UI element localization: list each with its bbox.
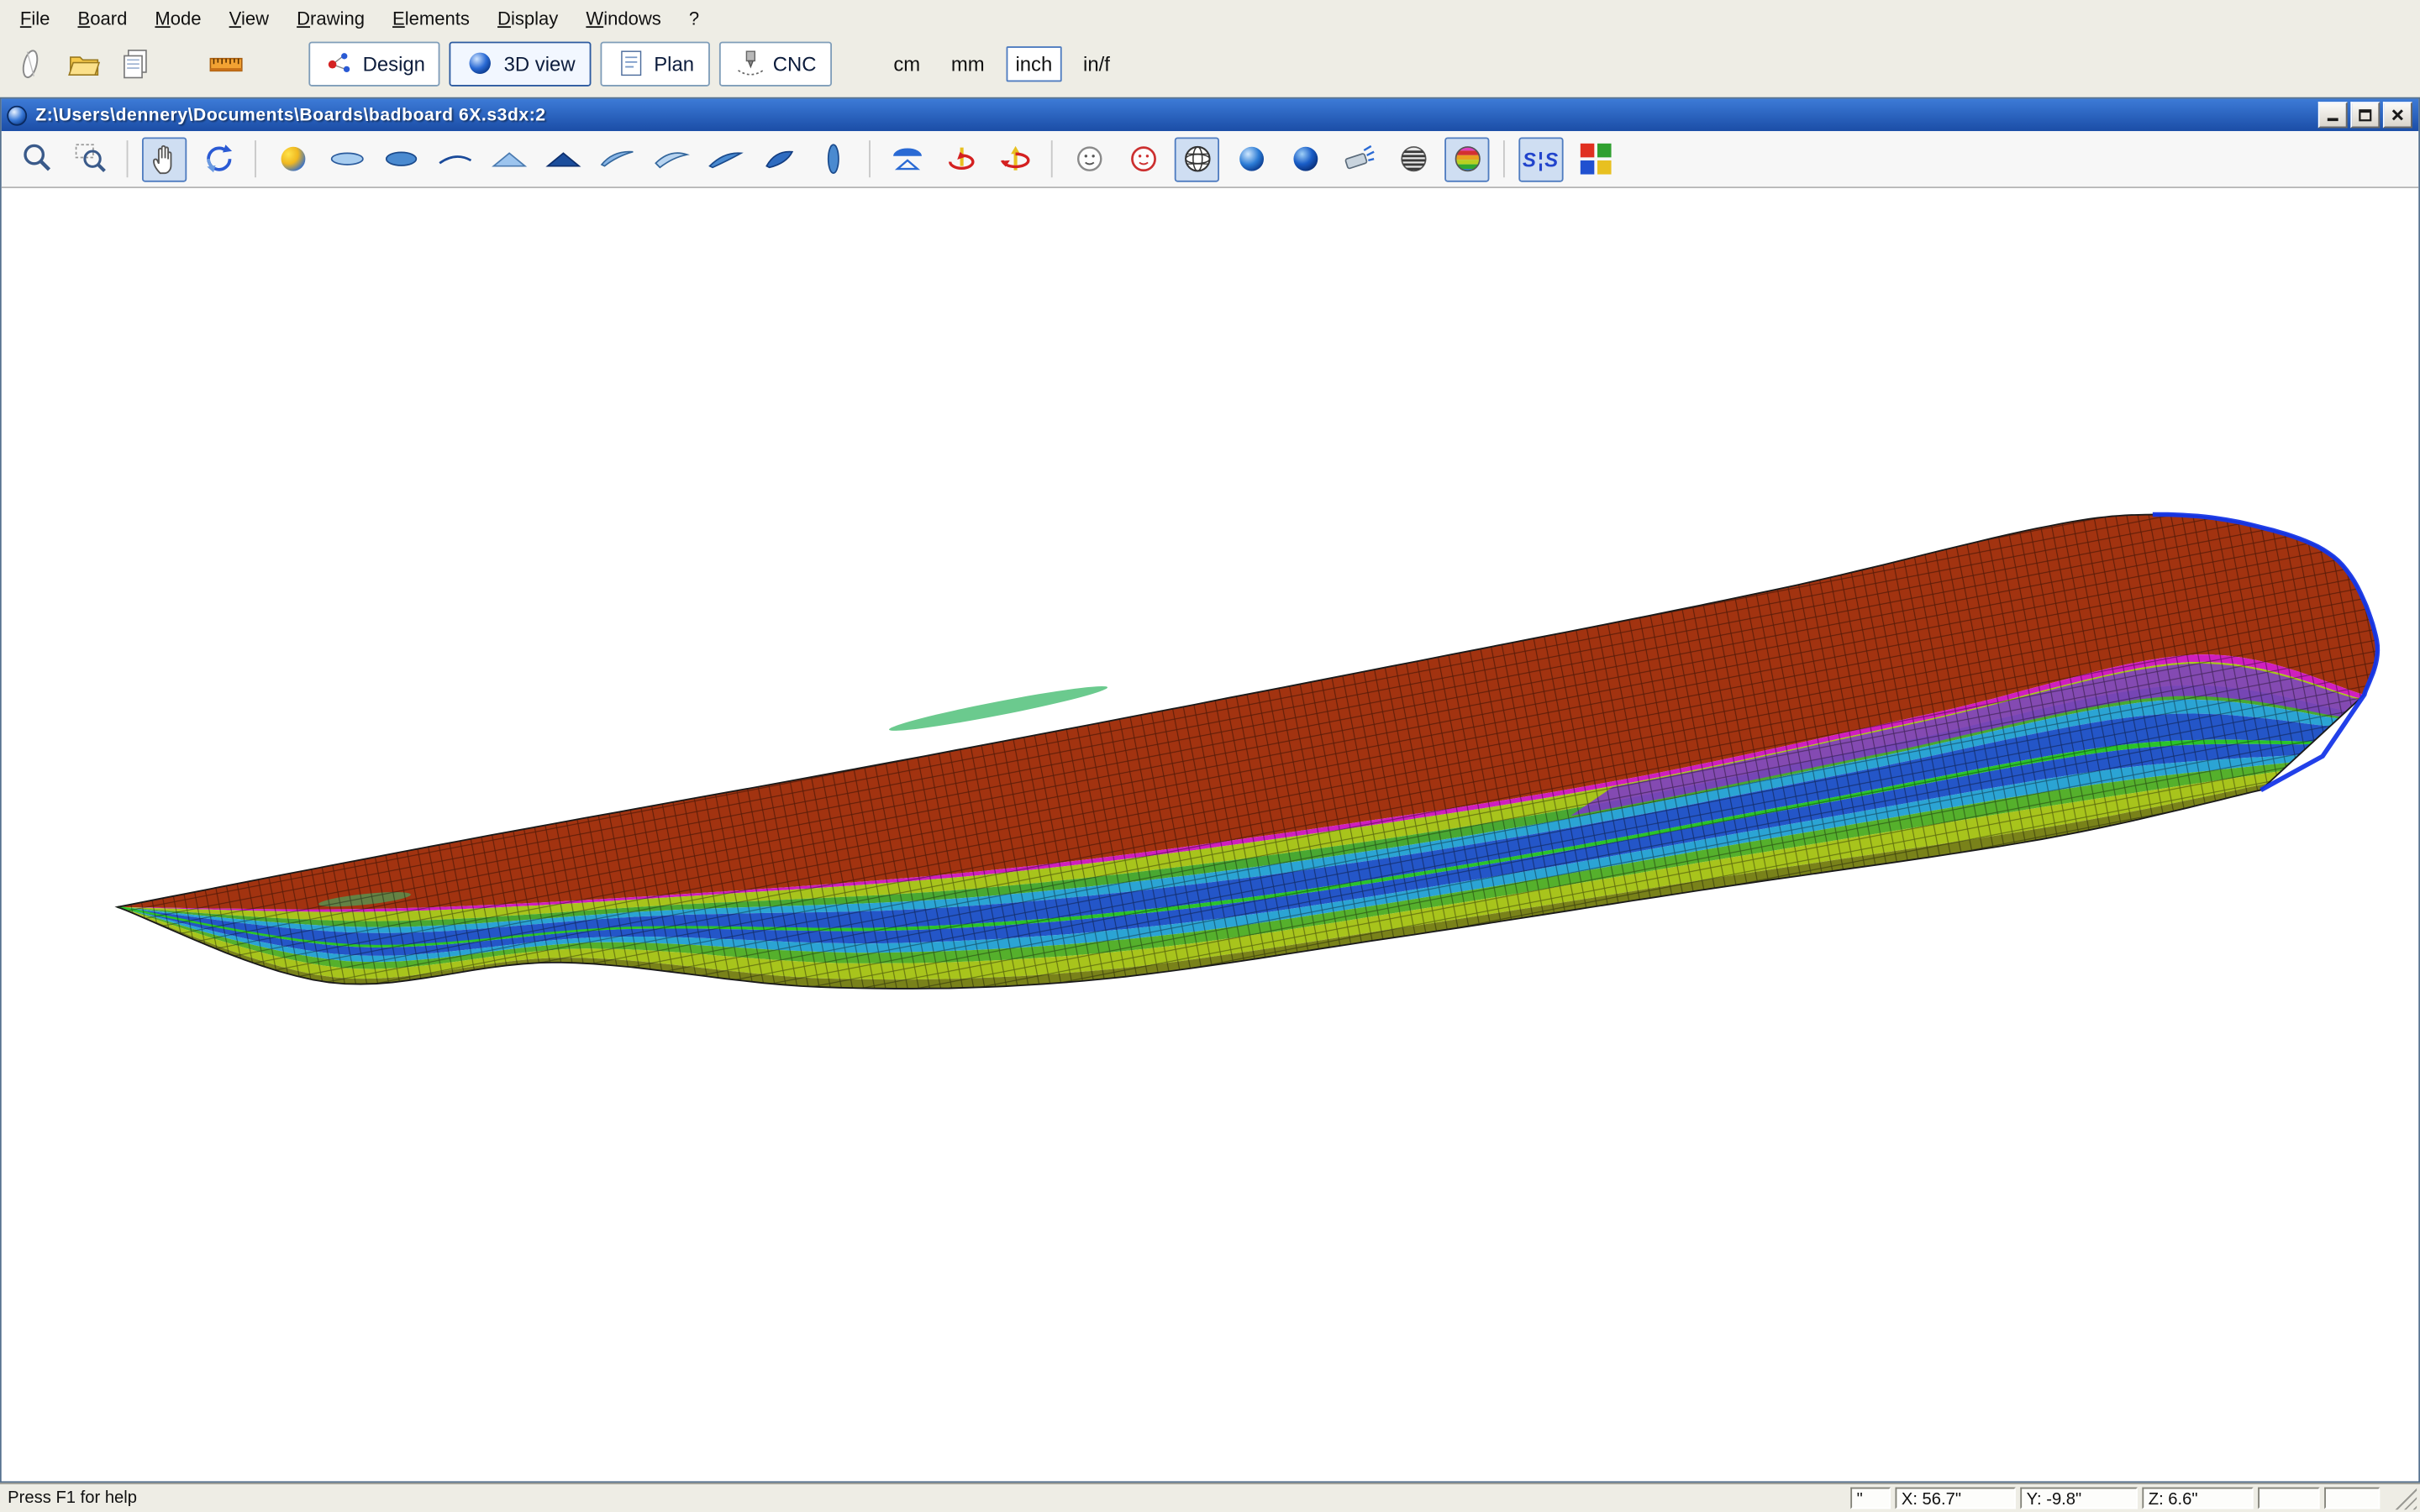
toolbar-separator — [255, 140, 256, 177]
status-unit-field: " — [1850, 1488, 1891, 1509]
menu-help[interactable]: ? — [675, 3, 713, 34]
status-bar: Press F1 for help " X: 56.7" Y: -9.8" Z:… — [0, 1483, 2420, 1512]
toolbar-separator — [869, 140, 871, 177]
status-help-text: Press F1 for help — [8, 1488, 137, 1507]
document-icon — [6, 104, 28, 126]
perspective-view-1-icon[interactable] — [594, 137, 639, 181]
sanding-tool-icon[interactable] — [1337, 137, 1381, 181]
rotate-x-icon[interactable] — [939, 137, 983, 181]
copy-icon[interactable] — [114, 42, 157, 85]
mode-3dview-button[interactable]: 3D view — [450, 41, 591, 86]
new-board-icon[interactable] — [9, 42, 52, 85]
mode-3dview-label: 3D view — [504, 52, 576, 76]
window-controls — [2318, 102, 2414, 128]
perspective-view-3-icon[interactable] — [702, 137, 747, 181]
menu-view[interactable]: View — [215, 3, 282, 34]
zoom-icon[interactable] — [14, 137, 59, 181]
surfboard-3d-render — [2, 188, 2418, 1481]
main-toolbar: Design 3D view Plan CNC cm mm inch in/f — [0, 37, 2420, 89]
close-button[interactable] — [2383, 102, 2412, 128]
status-x-field: X: 56.7" — [1896, 1488, 2016, 1509]
front-view-filled-icon[interactable] — [540, 137, 585, 181]
unit-mm[interactable]: mm — [942, 45, 994, 81]
document-title: Z:\Users\dennery\Documents\Boards\badboa… — [35, 106, 545, 124]
menu-drawing[interactable]: Drawing — [283, 3, 379, 34]
menu-bar: File Board Mode View Drawing Elements Di… — [0, 0, 2420, 37]
flip-view-icon[interactable] — [884, 137, 929, 181]
application: File Board Mode View Drawing Elements Di… — [0, 0, 2420, 1512]
status-fields: " X: 56.7" Y: -9.8" Z: 6.6" — [1850, 1487, 2417, 1510]
open-folder-icon[interactable] — [61, 42, 104, 85]
toolbar-separator — [1051, 140, 1053, 177]
unit-inf[interactable]: in/f — [1074, 45, 1119, 81]
mode-design-label: Design — [363, 52, 425, 76]
shaded-sphere-blue-icon[interactable] — [1228, 137, 1273, 181]
pan-icon[interactable] — [142, 137, 187, 181]
side-profile-icon[interactable] — [810, 137, 855, 181]
menu-display[interactable]: Display — [484, 3, 572, 34]
minimize-button[interactable] — [2318, 102, 2348, 128]
color-swatch-green — [1597, 144, 1611, 158]
menu-elements[interactable]: Elements — [379, 3, 484, 34]
menu-windows[interactable]: Windows — [572, 3, 675, 34]
sphere-outline-red-icon[interactable] — [1120, 137, 1165, 181]
resize-grip[interactable] — [2394, 1487, 2417, 1510]
rotate-view-icon[interactable] — [196, 137, 240, 181]
shaded-sphere-icon[interactable] — [270, 137, 314, 181]
status-empty-field-1 — [2258, 1488, 2319, 1509]
shaded-sphere-blue2-icon[interactable] — [1282, 137, 1327, 181]
mode-cnc-label: CNC — [773, 52, 817, 76]
unit-selector: cm mm inch in/f — [884, 45, 1119, 81]
sphere-outline-icon[interactable] — [1066, 137, 1111, 181]
toolbar-separator — [1503, 140, 1505, 177]
mode-cnc-button[interactable]: CNC — [718, 41, 831, 86]
status-empty-field-2 — [2324, 1488, 2380, 1509]
menu-mode[interactable]: Mode — [141, 3, 215, 34]
top-view-icon[interactable] — [324, 137, 369, 181]
rocker-view-icon[interactable] — [432, 137, 476, 181]
document-titlebar[interactable]: Z:\Users\dennery\Documents\Boards\badboa… — [2, 99, 2418, 132]
mode-design-button[interactable]: Design — [308, 41, 440, 86]
front-view-icon[interactable] — [487, 137, 531, 181]
document-window: Z:\Users\dennery\Documents\Boards\badboa… — [0, 97, 2420, 1483]
status-y-field: Y: -9.8" — [2020, 1488, 2138, 1509]
color-swatch-red — [1580, 144, 1594, 158]
rotate-y-icon[interactable] — [992, 137, 1037, 181]
maximize-button[interactable] — [2350, 102, 2380, 128]
unit-cm[interactable]: cm — [884, 45, 929, 81]
color-grid-icon[interactable] — [1573, 137, 1618, 181]
ruler-icon[interactable] — [203, 42, 246, 85]
stringer-display-label: S¦S — [1523, 147, 1560, 171]
zoom-window-icon[interactable] — [68, 137, 113, 181]
unit-inch[interactable]: inch — [1006, 45, 1061, 81]
status-z-field: Z: 6.6" — [2142, 1488, 2253, 1509]
stringer-display-icon[interactable]: S¦S — [1518, 137, 1563, 181]
view-toolbar: S¦S — [2, 131, 2418, 188]
color-swatch-yellow — [1597, 160, 1611, 175]
perspective-view-4-icon[interactable] — [756, 137, 801, 181]
perspective-view-2-icon[interactable] — [648, 137, 692, 181]
toolbar-separator — [127, 140, 129, 177]
top-view-filled-icon[interactable] — [378, 137, 423, 181]
color-swatch-blue — [1580, 160, 1594, 175]
mode-plan-label: Plan — [654, 52, 694, 76]
wireframe-sphere-icon[interactable] — [1175, 137, 1219, 181]
menu-board[interactable]: Board — [64, 3, 141, 34]
3d-viewport[interactable] — [2, 188, 2418, 1481]
menu-file[interactable]: File — [6, 3, 64, 34]
curvature-sphere-icon[interactable] — [1444, 137, 1489, 181]
contour-sphere-icon[interactable] — [1391, 137, 1435, 181]
mode-plan-button[interactable]: Plan — [600, 41, 709, 86]
